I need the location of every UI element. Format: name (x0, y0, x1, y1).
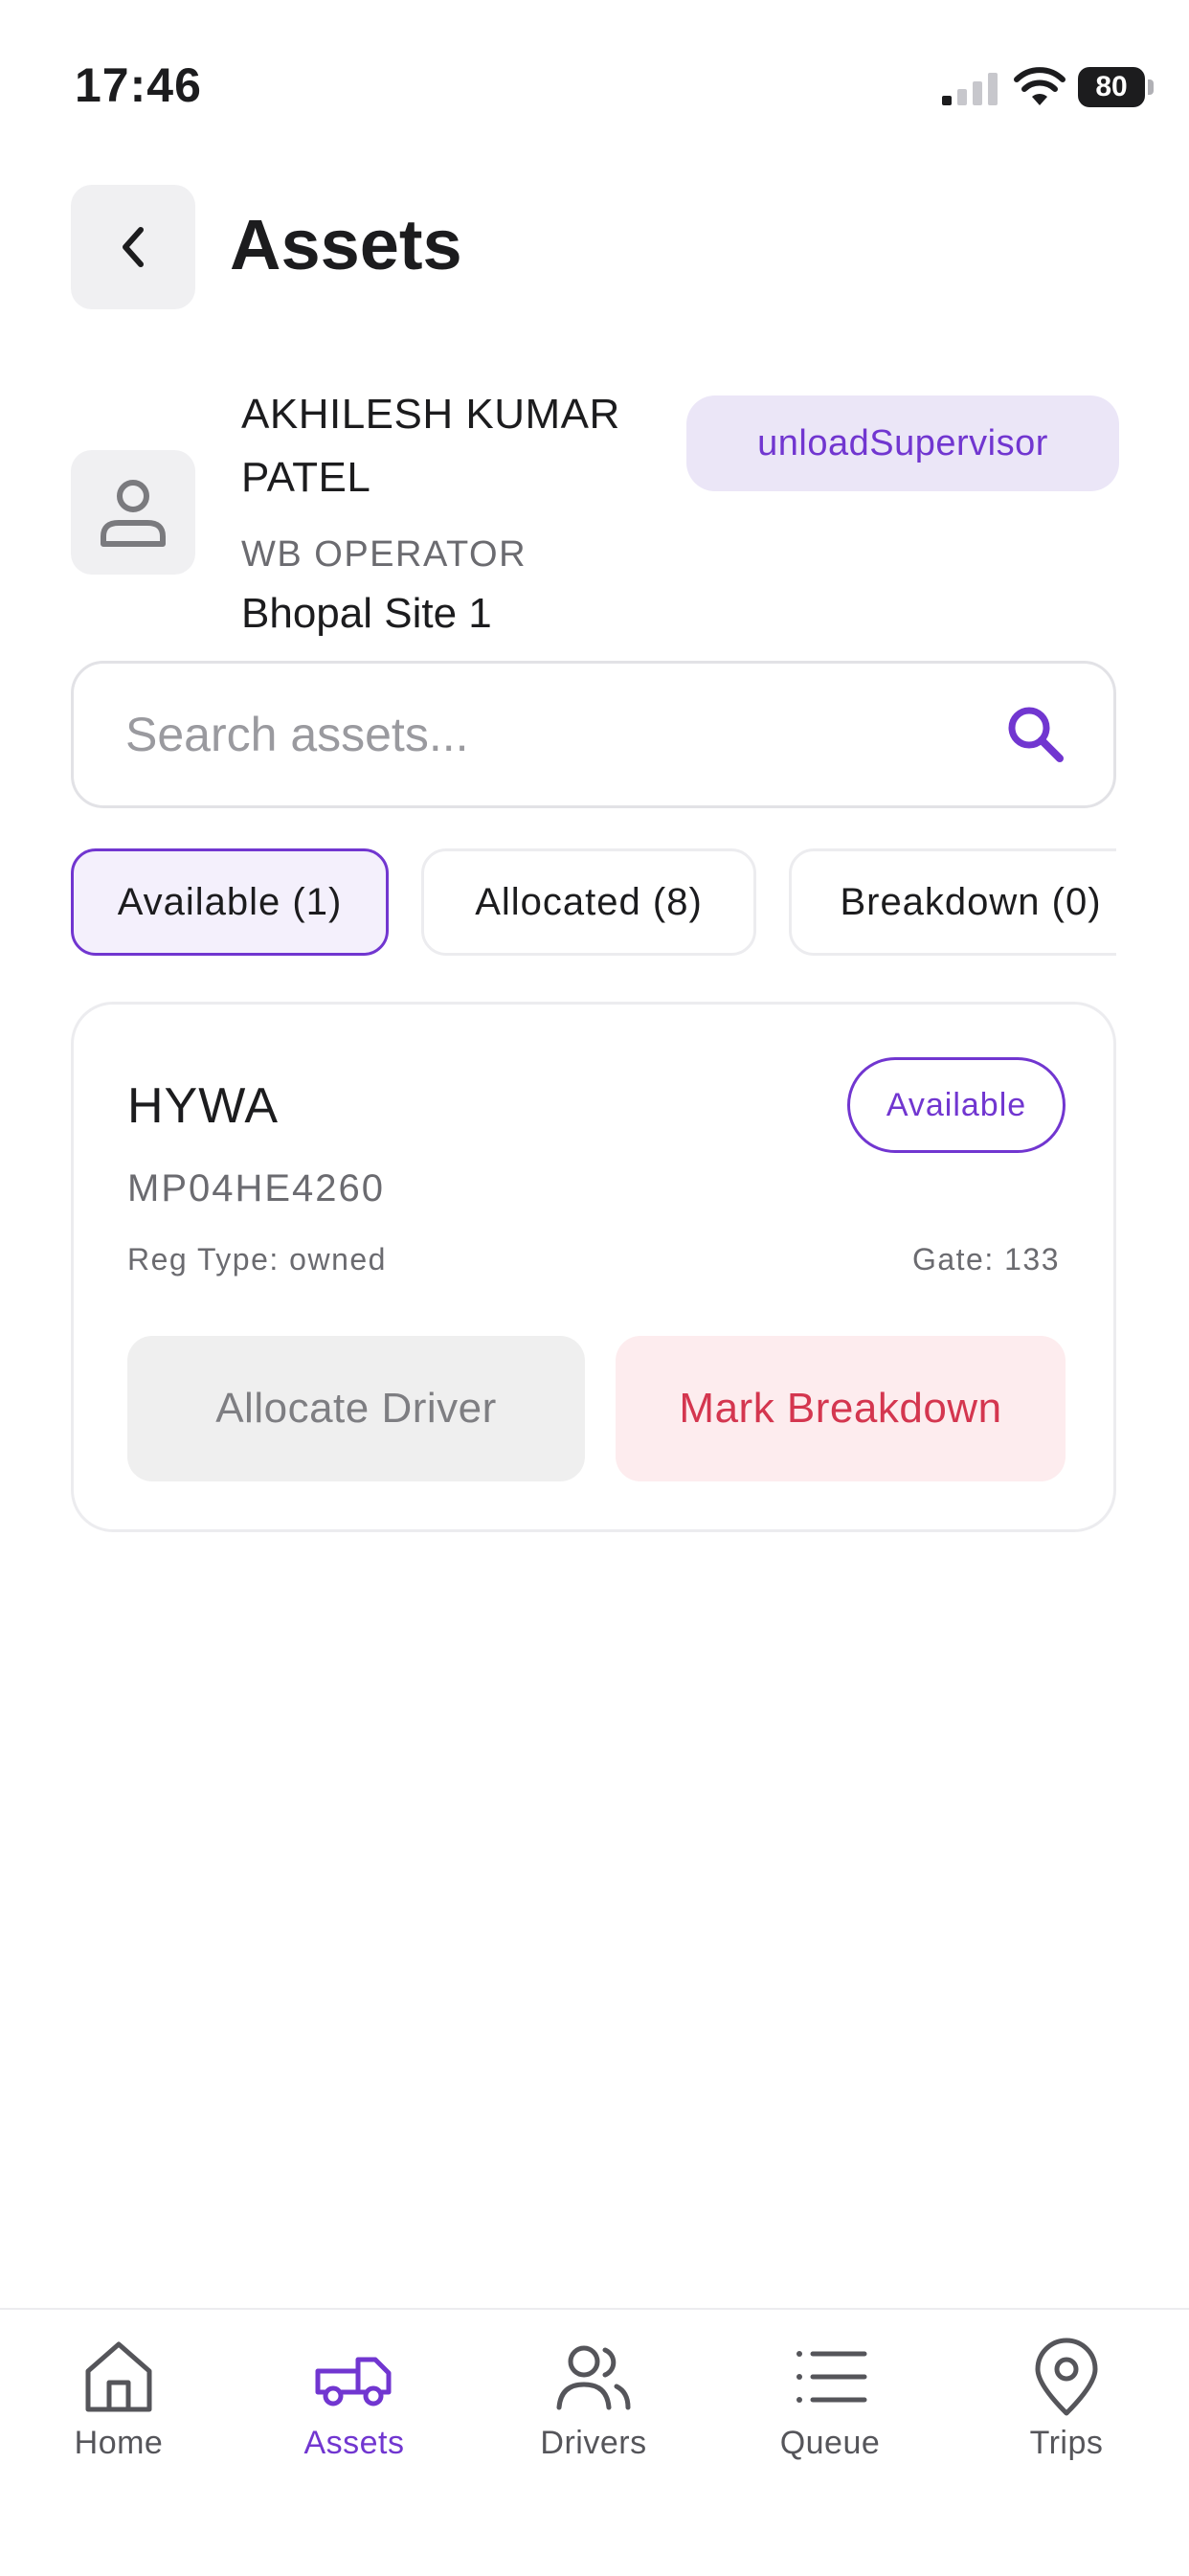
avatar (71, 450, 195, 575)
nav-home-label: Home (74, 2425, 164, 2461)
bottom-nav: Home Assets Drivers Queue Trips (0, 2308, 1189, 2576)
home-icon (85, 2341, 152, 2412)
nav-queue-label: Queue (779, 2425, 881, 2461)
mark-breakdown-button[interactable]: Mark Breakdown (616, 1336, 1066, 1481)
filter-tabs: Available (1) Allocated (8) Breakdown (0… (71, 848, 1116, 956)
page-title: Assets (230, 205, 462, 284)
user-name: AKHILESH KUMAR PATEL (241, 391, 620, 501)
nav-drivers-label: Drivers (540, 2425, 647, 2461)
status-time: 17:46 (75, 58, 202, 112)
back-button[interactable] (71, 185, 195, 309)
user-site: Bhopal Site 1 (241, 590, 492, 637)
map-pin-icon (1035, 2338, 1098, 2416)
list-icon (796, 2351, 867, 2403)
user-role: WB OPERATOR (241, 534, 527, 575)
nav-home[interactable]: Home (23, 2337, 214, 2462)
search-bar (71, 661, 1116, 808)
asset-name: HYWA (127, 1078, 280, 1134)
asset-gate: Gate: 133 (911, 1242, 1060, 1277)
wifi-icon (1014, 67, 1066, 105)
asset-reg-type: Reg Type: owned (127, 1242, 387, 1277)
role-badge: unloadSupervisor (686, 395, 1119, 491)
asset-card: HYWA Available MP04HE4260 Reg Type: owne… (71, 1002, 1116, 1532)
nav-assets-label: Assets (303, 2425, 405, 2461)
filter-breakdown[interactable]: Breakdown (0) (789, 848, 1116, 956)
truck-icon (315, 2357, 392, 2407)
nav-drivers[interactable]: Drivers (498, 2337, 689, 2462)
user-icon (101, 480, 166, 547)
nav-queue[interactable]: Queue (734, 2337, 926, 2462)
nav-trips-label: Trips (1029, 2425, 1104, 2461)
filter-allocated[interactable]: Allocated (8) (421, 848, 756, 956)
chevron-left-icon (123, 227, 144, 267)
asset-registration-number: MP04HE4260 (127, 1167, 386, 1209)
search-icon[interactable] (1004, 703, 1067, 766)
battery-level: 80 (1095, 71, 1128, 102)
users-icon (556, 2345, 631, 2410)
allocate-driver-button[interactable]: Allocate Driver (127, 1336, 585, 1481)
status-badge: Available (847, 1057, 1066, 1153)
filter-available[interactable]: Available (1) (71, 848, 389, 956)
search-input[interactable] (123, 706, 1004, 763)
nav-assets[interactable]: Assets (258, 2337, 450, 2462)
nav-trips[interactable]: Trips (971, 2337, 1162, 2462)
cellular-signal-icon (942, 73, 998, 105)
battery-icon: 80 (1078, 67, 1155, 107)
